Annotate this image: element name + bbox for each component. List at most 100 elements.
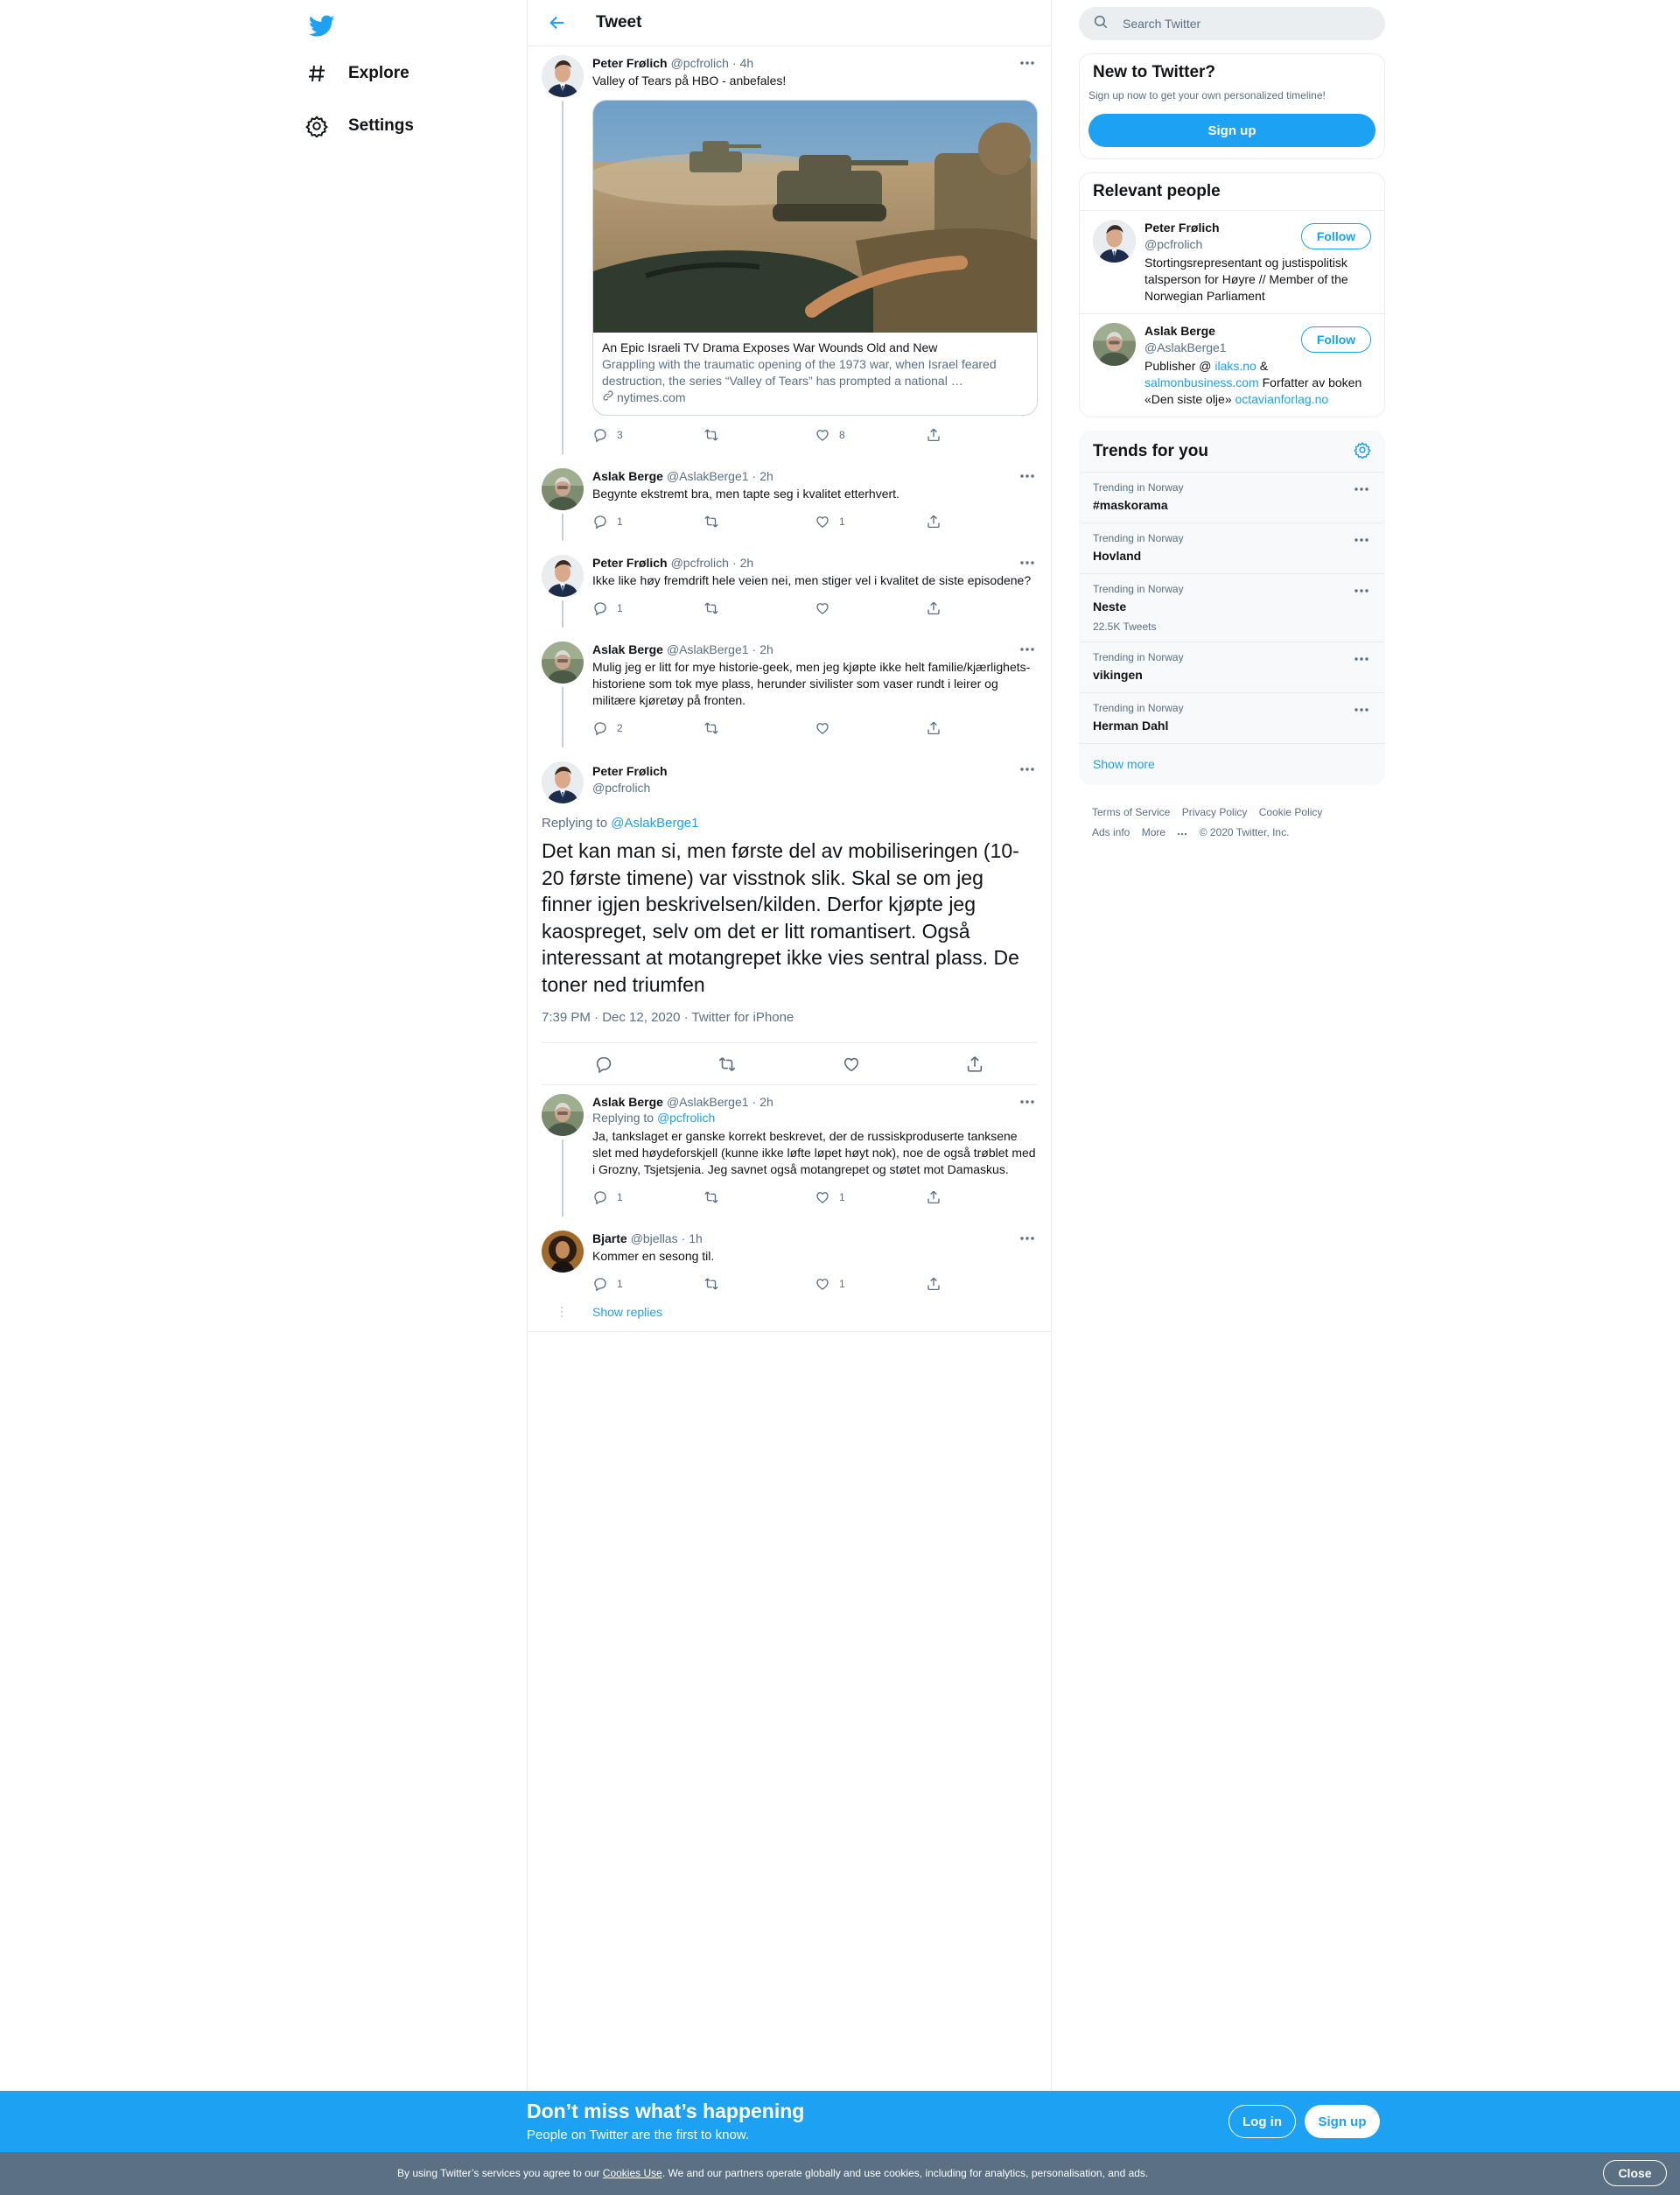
search-input[interactable]: Search Twitter [1079,7,1385,40]
avatar[interactable] [1093,323,1136,366]
author-handle[interactable]: @AslakBerge1 [667,1094,749,1110]
more-icon[interactable] [1018,555,1037,571]
like-button[interactable]: 1 [815,514,926,529]
footer-link[interactable]: Privacy Policy [1182,806,1248,818]
share-button[interactable] [926,427,1037,443]
share-button[interactable] [926,600,1037,616]
more-icon[interactable] [1018,1094,1037,1110]
reply-button[interactable]: 1 [592,1276,704,1292]
retweet-button[interactable] [715,1055,739,1074]
tweet-time[interactable]: 2h [760,642,774,657]
more-icon[interactable] [1352,651,1371,667]
retweet-button[interactable] [704,427,815,443]
tweet-date[interactable]: Dec 12, 2020 [602,1010,680,1025]
retweet-button[interactable] [704,1189,815,1205]
like-button[interactable]: 1 [815,1189,926,1205]
arrow-left-icon[interactable] [545,11,570,35]
tweet-time[interactable]: 2h [760,1094,774,1110]
footer-link[interactable]: Cookie Policy [1259,806,1323,818]
replying-to-link[interactable]: @pcfrolich [657,1111,715,1125]
reply-button[interactable]: 1 [592,600,704,616]
author-handle[interactable]: @AslakBerge1 [667,468,749,484]
bio-link[interactable]: octavianforlag.no [1236,392,1329,406]
footer-more[interactable]: More [1142,826,1188,838]
avatar[interactable] [542,555,584,597]
login-button[interactable]: Log in [1228,2105,1296,2138]
reply-button[interactable]: 2 [592,720,704,736]
author-name[interactable]: Bjarte [592,1231,627,1246]
more-icon[interactable] [1018,642,1037,657]
more-icon[interactable] [1018,1231,1037,1246]
reply-button[interactable] [592,1055,616,1074]
avatar[interactable] [542,1094,584,1136]
author-name[interactable]: Aslak Berge [592,1094,663,1110]
trend-item[interactable]: Trending in Norway Herman Dahl [1080,692,1384,743]
reply-tweet[interactable]: Aslak Berge @AslakBerge1 · 2h Replying t… [528,1085,1051,1217]
author-handle[interactable]: @pcfrolich [671,555,729,571]
author-handle[interactable]: @bjellas [631,1231,678,1246]
show-replies-row[interactable]: Show replies [528,1294,1051,1332]
share-button[interactable] [926,1276,1037,1292]
more-icon[interactable] [1352,583,1371,599]
nav-settings[interactable]: Settings [304,107,414,145]
thread-tweet[interactable]: Peter Frølich @pcfrolich · 2h Ikke like … [528,532,1051,628]
bio-link[interactable]: ilaks.no [1214,359,1256,373]
more-icon[interactable] [1352,481,1371,497]
trend-item[interactable]: Trending in Norway Neste 22.5K Tweets [1080,573,1384,642]
avatar[interactable] [542,642,584,684]
avatar[interactable] [542,468,584,510]
follow-button[interactable]: Follow [1301,326,1371,353]
tweet-time[interactable]: 1h [689,1231,703,1246]
share-button[interactable] [926,514,1037,529]
tweet-time[interactable]: 2h [760,468,774,484]
signup-button[interactable]: Sign up [1088,114,1376,147]
nav-explore[interactable]: Explore [304,54,410,93]
thread-tweet[interactable]: Peter Frølich @pcfrolich · 4h Valley of … [528,46,1051,454]
bio-link[interactable]: salmonbusiness.com [1144,375,1259,389]
link-card[interactable]: An Epic Israeli TV Drama Exposes War Wou… [592,100,1038,416]
author-handle[interactable]: @pcfrolich [592,780,668,796]
share-button[interactable] [926,1189,1037,1205]
person-card[interactable]: Peter Frølich @pcfrolich Stortingsrepres… [1080,210,1384,313]
reply-button[interactable]: 1 [592,514,704,529]
cookie-link[interactable]: Cookies Use [603,2167,662,2179]
reply-tweet[interactable]: Bjarte @bjellas · 1h Kommer en sesong ti… [528,1208,1051,1294]
tweet-time[interactable]: 2h [740,555,754,571]
show-more-link[interactable]: Show more [1080,743,1384,784]
close-button[interactable]: Close [1603,2160,1667,2186]
follow-button[interactable]: Follow [1301,223,1371,249]
like-button[interactable]: 1 [815,1276,926,1292]
like-button[interactable] [815,720,926,736]
more-icon[interactable] [1018,55,1037,71]
footer-link[interactable]: Ads info [1092,826,1130,838]
trend-item[interactable]: Trending in Norway #maskorama [1080,472,1384,522]
avatar[interactable] [1093,220,1136,263]
like-button[interactable]: 8 [815,427,926,443]
reply-button[interactable]: 3 [592,427,704,443]
signup-button[interactable]: Sign up [1305,2105,1380,2138]
author-handle[interactable]: @pcfrolich [671,55,729,71]
retweet-button[interactable] [704,514,815,529]
author-name[interactable]: Peter Frølich [592,763,668,780]
show-replies-link[interactable]: Show replies [592,1305,662,1319]
author-name[interactable]: Peter Frølich [592,555,668,571]
share-button[interactable] [926,720,1037,736]
author-name[interactable]: Aslak Berge [592,468,663,484]
retweet-button[interactable] [704,720,815,736]
gear-icon[interactable] [1354,441,1371,463]
reply-button[interactable]: 1 [592,1189,704,1205]
avatar[interactable] [542,55,584,97]
more-icon[interactable] [1352,532,1371,548]
like-button[interactable] [839,1055,864,1074]
tweet-time[interactable]: 7:39 PM [542,1010,591,1025]
trend-item[interactable]: Trending in Norway vikingen [1080,642,1384,692]
author-name[interactable]: Aslak Berge [592,642,663,657]
share-button[interactable] [962,1055,987,1074]
tweet-source[interactable]: Twitter for iPhone [692,1010,794,1025]
more-icon[interactable] [1018,468,1037,484]
replying-to-link[interactable]: @AslakBerge1 [611,816,698,831]
retweet-button[interactable] [704,1276,815,1292]
tweet-time[interactable]: 4h [740,55,754,71]
like-button[interactable] [815,600,926,616]
retweet-button[interactable] [704,600,815,616]
